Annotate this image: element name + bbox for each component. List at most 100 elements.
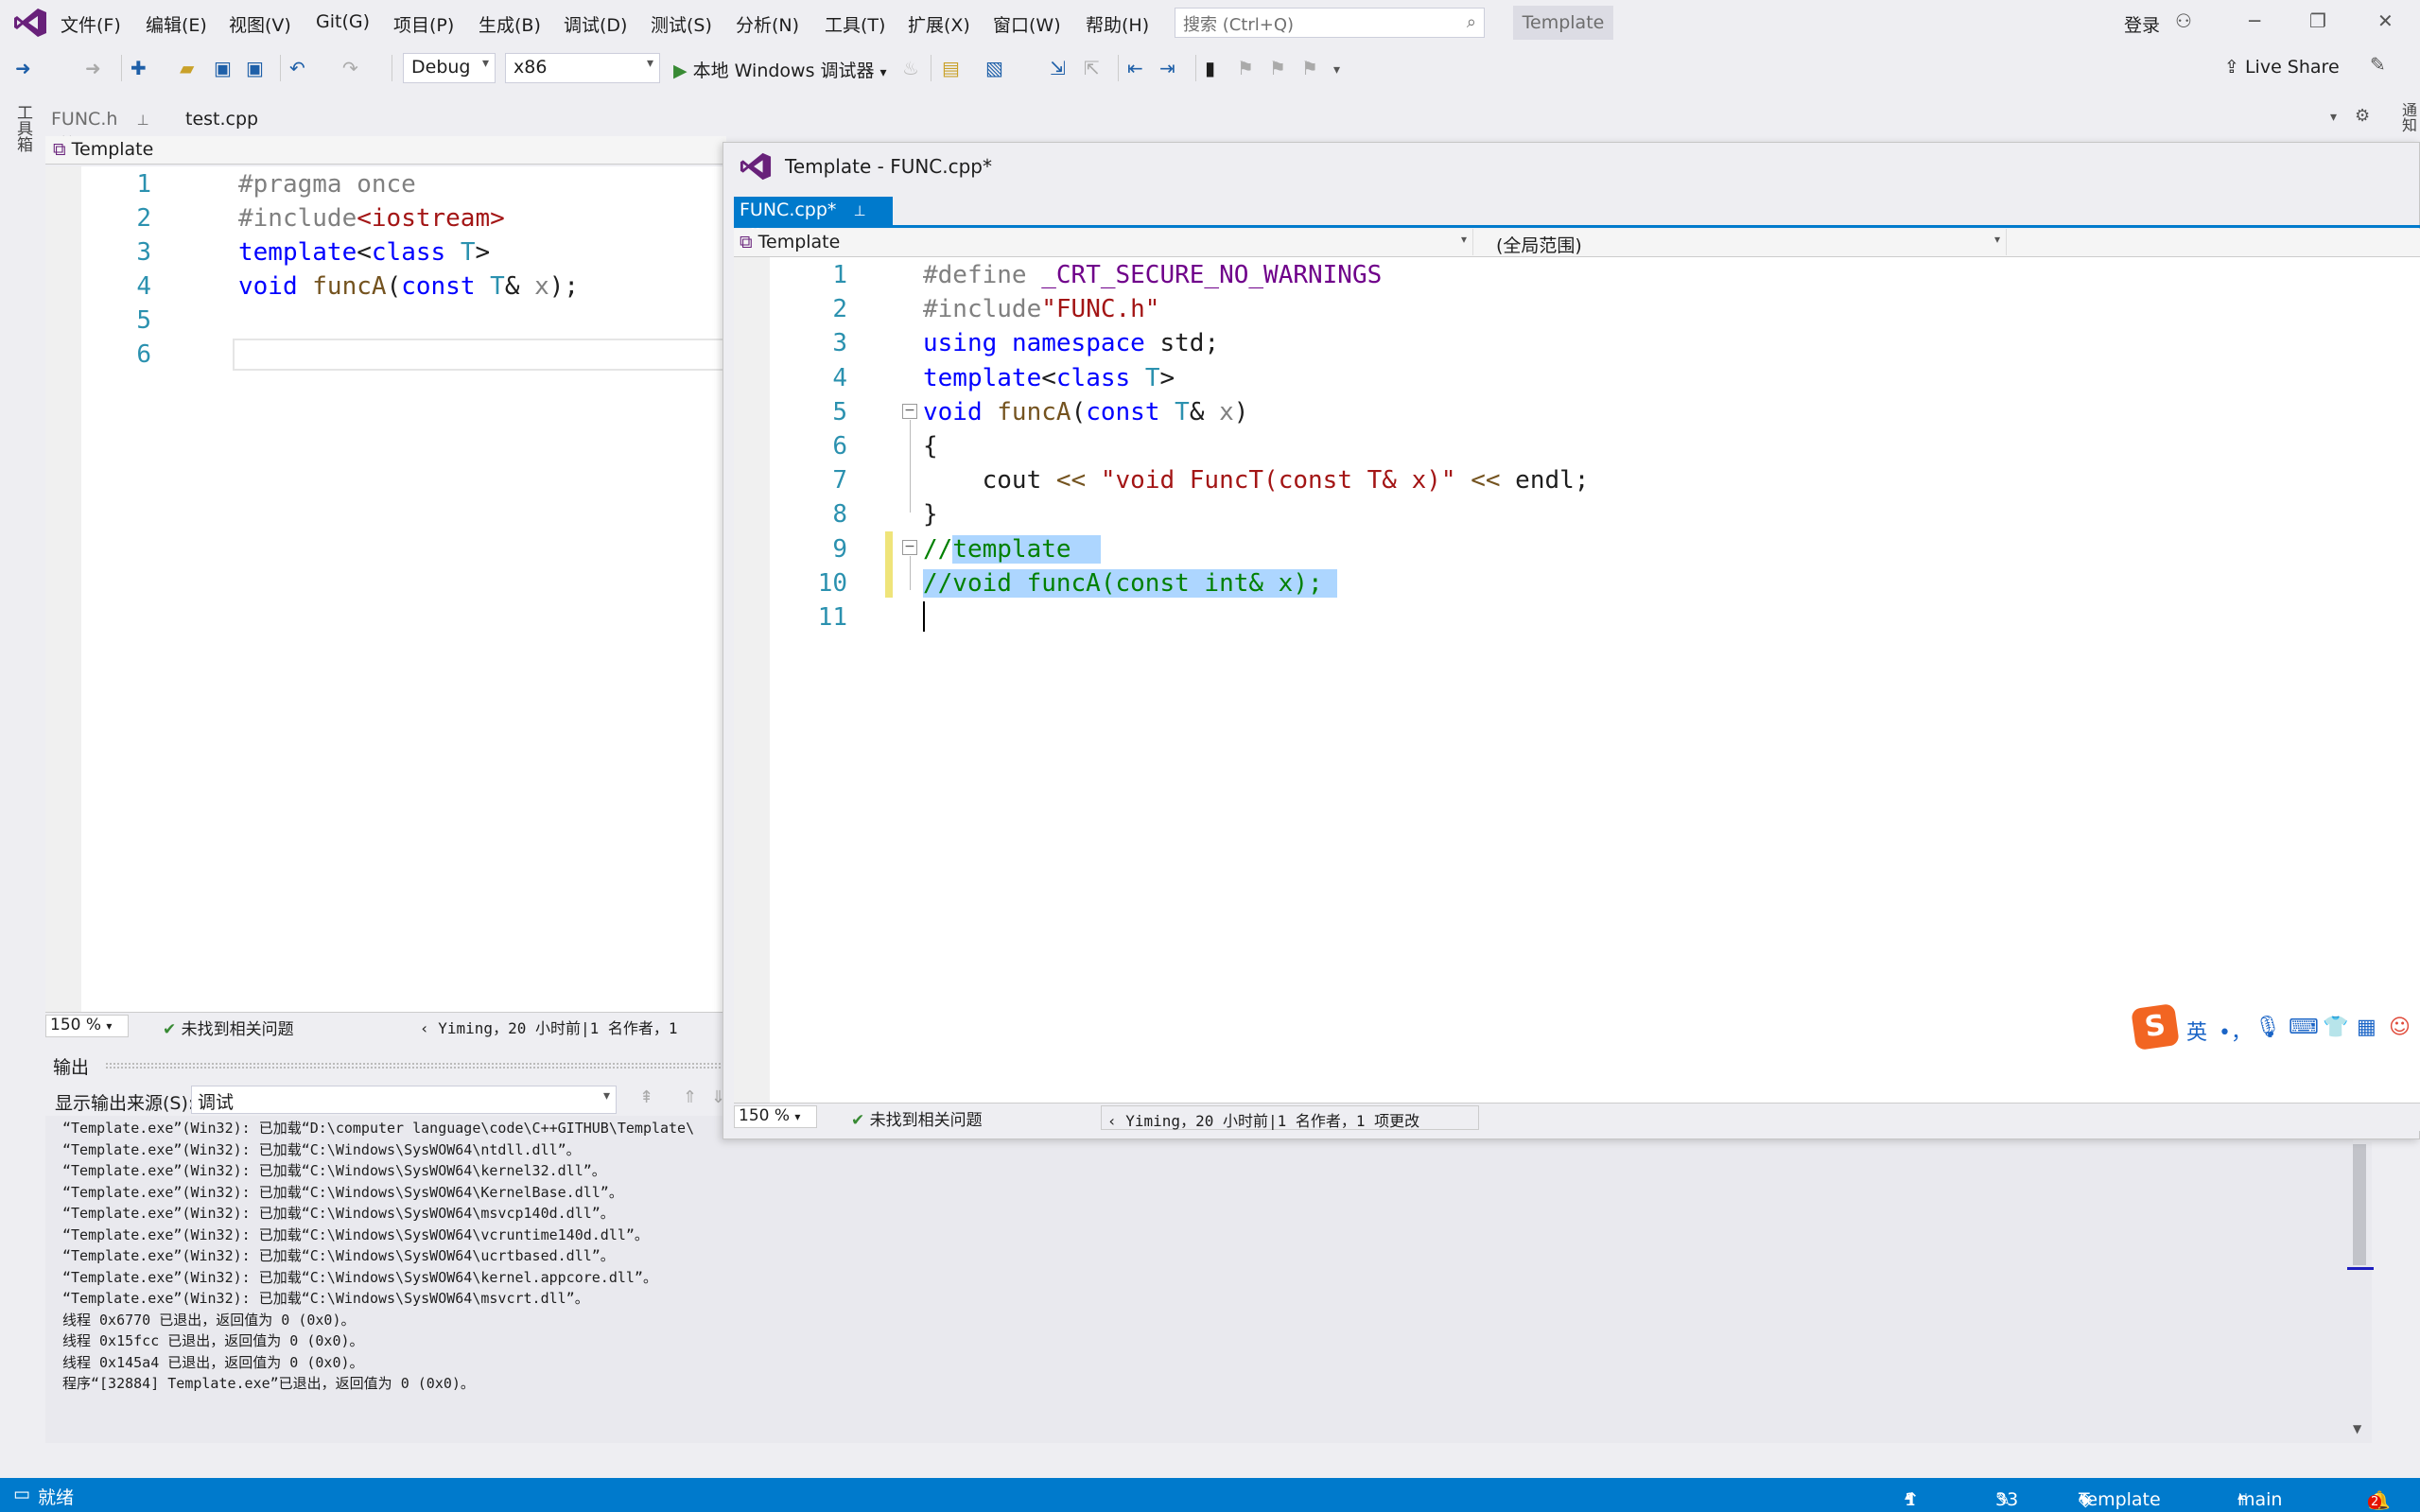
left-zoom-select[interactable]: 150 % ▾ [45,1015,129,1037]
step-out-icon[interactable]: ⇱ [1084,57,1100,79]
live-share-button[interactable]: ⇪ Live Share [2224,57,2340,78]
indent-icon[interactable]: ⇥ [1159,57,1175,79]
panel-drag-grip[interactable] [106,1063,721,1069]
configuration-value: Debug [411,57,471,78]
menu-tools[interactable]: 工具(T) [825,11,885,37]
new-project-icon[interactable]: ✚ [131,57,147,79]
left-navigation-bar[interactable]: ⧉ Template [45,136,726,165]
output-window-icon[interactable]: ▭ [13,1484,30,1504]
menu-extensions[interactable]: 扩展(X) [908,11,970,37]
login-link[interactable]: 登录 [2124,11,2160,37]
output-source-select[interactable]: 调试 ▾ [191,1086,617,1114]
pin-icon[interactable]: ⊥ [136,112,148,129]
feedback-icon[interactable]: ✎ [2370,53,2386,76]
ime-punctuation-toggle[interactable]: •， [2219,1016,2252,1046]
toolbar-overflow-icon[interactable]: ▾ [1333,62,1340,78]
skin-shirt-icon[interactable]: 👕 [2323,1016,2348,1039]
left-git-blame[interactable]: ‹ Yiming，20 小时前|1 名作者，1 [420,1016,678,1038]
tab-list-chevron-icon[interactable]: ▾ [2330,110,2337,125]
left-issues-text: 未找到相关问题 [181,1020,294,1039]
start-debugging-button[interactable]: ▶ 本地 Windows 调试器 ▾ [673,57,887,82]
find-message-icon[interactable]: ⇞ [639,1087,653,1107]
member-nav-select[interactable] [2011,229,2420,255]
scroll-down-arrow-icon[interactable]: ▼ [2353,1422,2361,1435]
code-line: #pragma once [238,170,416,199]
menu-file[interactable]: 文件(F) [61,11,121,37]
menu-window[interactable]: 窗口(W) [993,11,1061,37]
menu-git[interactable]: Git(G) [316,11,370,32]
step-icon[interactable]: ⇲ [1050,57,1066,79]
float-git-blame[interactable]: ‹ Yiming，20 小时前|1 名作者，1 项更改 [1101,1105,1479,1130]
settings-gear-icon[interactable]: ⚙ [2355,106,2370,126]
platform-select[interactable]: x86 ▾ [505,53,660,83]
code-token: #pragma once [238,170,416,199]
microphone-icon[interactable]: 🎙 [2255,1016,2281,1039]
code-token: using [923,329,998,358]
collapse-icon[interactable]: − [902,540,917,555]
collapse-icon[interactable]: − [902,404,917,419]
pin-icon[interactable]: ⊥ [853,202,865,219]
left-issues-indicator[interactable]: ✔ 未找到相关问题 [163,1016,294,1039]
screenshot-icon[interactable]: ▧ [985,57,1003,79]
toolbox-tab[interactable]: 工具箱 [11,104,35,152]
next-bookmark-icon[interactable]: ⚑ [1269,57,1286,79]
menu-view[interactable]: 视图(V) [229,11,291,37]
configuration-select[interactable]: Debug ▾ [403,53,496,83]
tab-test-cpp[interactable]: test.cpp [180,106,274,134]
open-folder-icon[interactable]: ▰ [180,57,194,79]
line-number: 9 [832,534,847,564]
ime-mascot-icon[interactable]: ☺ [2389,1016,2411,1039]
menu-project[interactable]: 项目(P) [393,11,454,37]
back-icon[interactable]: ➜ [15,57,31,79]
tab-func-cpp[interactable]: FUNC.cpp* ⊥ ✕ [734,197,893,240]
tab-test-cpp-label: test.cpp [185,109,259,130]
search-input[interactable]: 搜索 (Ctrl+Q) ⌕ [1175,8,1485,38]
chevron-down-icon: ▾ [481,56,489,71]
close-window-icon[interactable]: ✕ [2377,9,2394,32]
notifications-bell[interactable]: 🔔2 [2368,1484,2391,1511]
sogou-ime-logo-icon[interactable]: S [2131,1003,2180,1051]
account-icon[interactable]: ⚇ [2175,9,2192,32]
clear-bookmarks-icon[interactable]: ⚑ [1301,57,1318,79]
notifications-side-tab[interactable]: 通知 [2391,102,2419,144]
restore-icon[interactable]: ❐ [2309,9,2326,32]
keyboard-icon[interactable]: ⌨ [2289,1016,2319,1039]
menu-analyze[interactable]: 分析(N) [736,11,799,37]
code-line: } [923,500,938,529]
menu-edit[interactable]: 编辑(E) [146,11,207,37]
menu-debug[interactable]: 调试(D) [564,11,627,37]
scope-nav-select[interactable]: (全局范围) ▾ [1477,229,2007,256]
bookmark-icon[interactable]: ▮ [1205,57,1215,79]
toolbox-grid-icon[interactable]: ▦ [2357,1016,2376,1039]
code-token: const [401,272,476,301]
redo-icon[interactable]: ↷ [342,57,358,79]
output-source-value: 调试 [198,1092,235,1113]
forward-icon[interactable]: ➜ [85,57,101,79]
menu-build[interactable]: 生成(B) [479,11,541,37]
save-icon[interactable]: ▣ [214,57,232,79]
output-text-area[interactable]: “Template.exe”(Win32): 已加载“D:\computer l… [45,1116,2353,1443]
prev-message-icon[interactable]: ⇑ [683,1087,697,1107]
outdent-icon[interactable]: ⇤ [1127,57,1143,79]
live-share-label: Live Share [2244,57,2340,78]
find-in-files-icon[interactable]: ▤ [942,57,960,79]
float-zoom-value: 150 % [739,1106,791,1125]
output-scrollbar-thumb[interactable] [2353,1144,2366,1265]
code-token: T [1175,397,1190,426]
minimize-icon[interactable]: ─ [2249,9,2260,32]
project-nav-select[interactable]: ⧉ Template ▾ [734,229,1473,255]
prev-bookmark-icon[interactable]: ⚑ [1237,57,1254,79]
float-zoom-select[interactable]: 150 % ▾ [734,1105,817,1128]
hot-reload-icon[interactable]: ♨ [902,57,919,79]
float-nav-scope: (全局范围) [1496,235,1582,256]
save-all-icon[interactable]: ▣ [246,57,264,79]
undo-icon[interactable]: ↶ [289,57,305,79]
float-issues-indicator[interactable]: ✔ 未找到相关问题 [851,1106,983,1130]
menu-help[interactable]: 帮助(H) [1086,11,1149,37]
tab-func-h[interactable]: FUNC.h ⊥ ✕ [45,106,180,149]
line-number: 11 [817,603,847,632]
menu-test[interactable]: 测试(S) [651,11,712,37]
ime-language-toggle[interactable]: 英 [2186,1016,2207,1046]
